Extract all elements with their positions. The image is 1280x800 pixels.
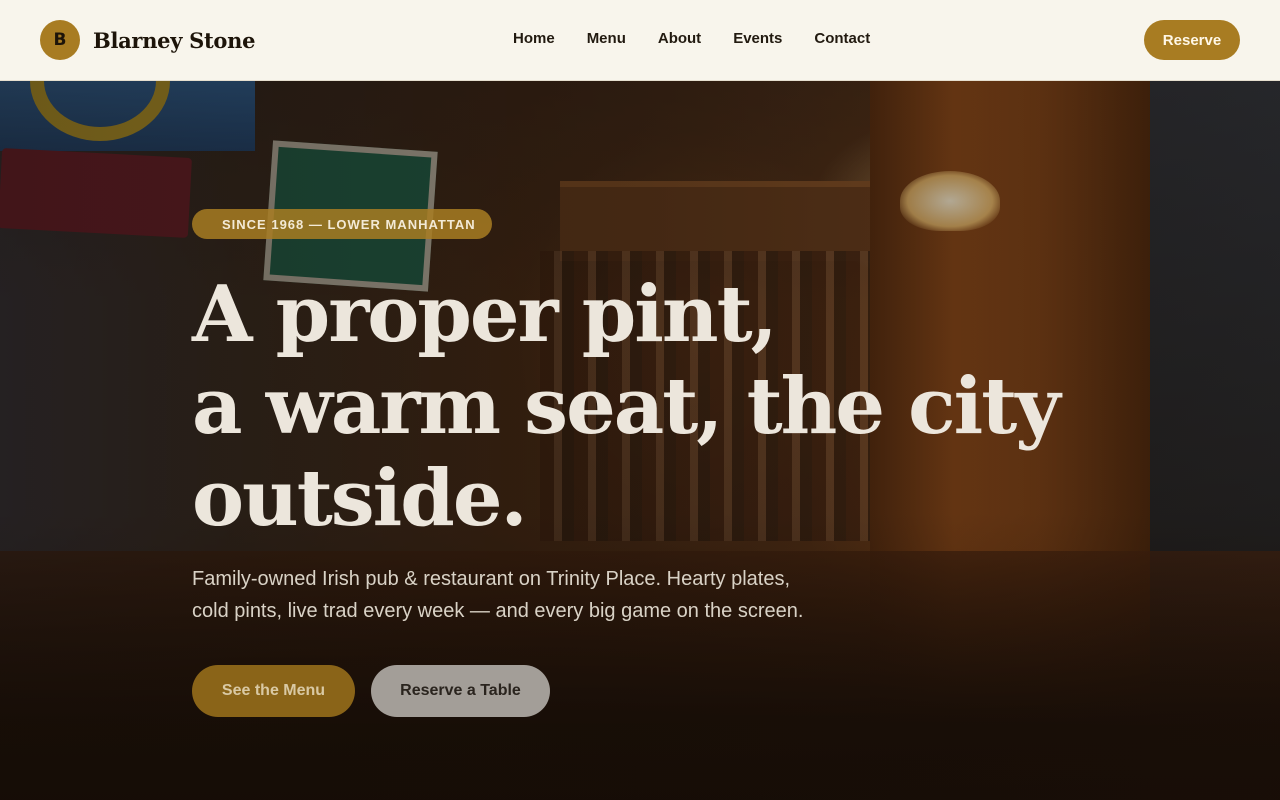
nav-contact[interactable]: Contact: [814, 30, 870, 48]
description-line: Family-owned Irish pub & restaurant on T…: [192, 568, 791, 590]
brand[interactable]: B Blarney Stone: [40, 20, 255, 60]
hero-description: Family-owned Irish pub & restaurant on T…: [192, 563, 872, 627]
description-line: cold pints, live trad every week — and e…: [192, 600, 804, 622]
headline-line: outside.: [192, 453, 528, 544]
brand-logo[interactable]: B: [40, 20, 80, 60]
site-header: B Blarney Stone Home Menu About Events C…: [0, 0, 1280, 81]
nav-home[interactable]: Home: [513, 30, 555, 48]
headline-line: A proper pint,: [192, 269, 778, 360]
nav-events[interactable]: Events: [733, 30, 782, 48]
see-menu-button[interactable]: See the Menu: [192, 665, 355, 717]
hero-section: SINCE 1968 — LOWER MANHATTAN A proper pi…: [0, 81, 1280, 800]
brand-name[interactable]: Blarney Stone: [93, 28, 255, 53]
headline-line: a warm seat, the city: [192, 361, 1061, 452]
main-nav: Home Menu About Events Contact: [513, 30, 902, 48]
hero-headline: A proper pint, a warm seat, the city out…: [192, 269, 1061, 545]
nav-menu[interactable]: Menu: [587, 30, 626, 48]
hero-eyebrow-badge: SINCE 1968 — LOWER MANHATTAN: [192, 209, 492, 239]
reserve-button[interactable]: Reserve: [1144, 20, 1240, 60]
nav-about[interactable]: About: [658, 30, 701, 48]
reserve-table-button[interactable]: Reserve a Table: [371, 665, 550, 717]
